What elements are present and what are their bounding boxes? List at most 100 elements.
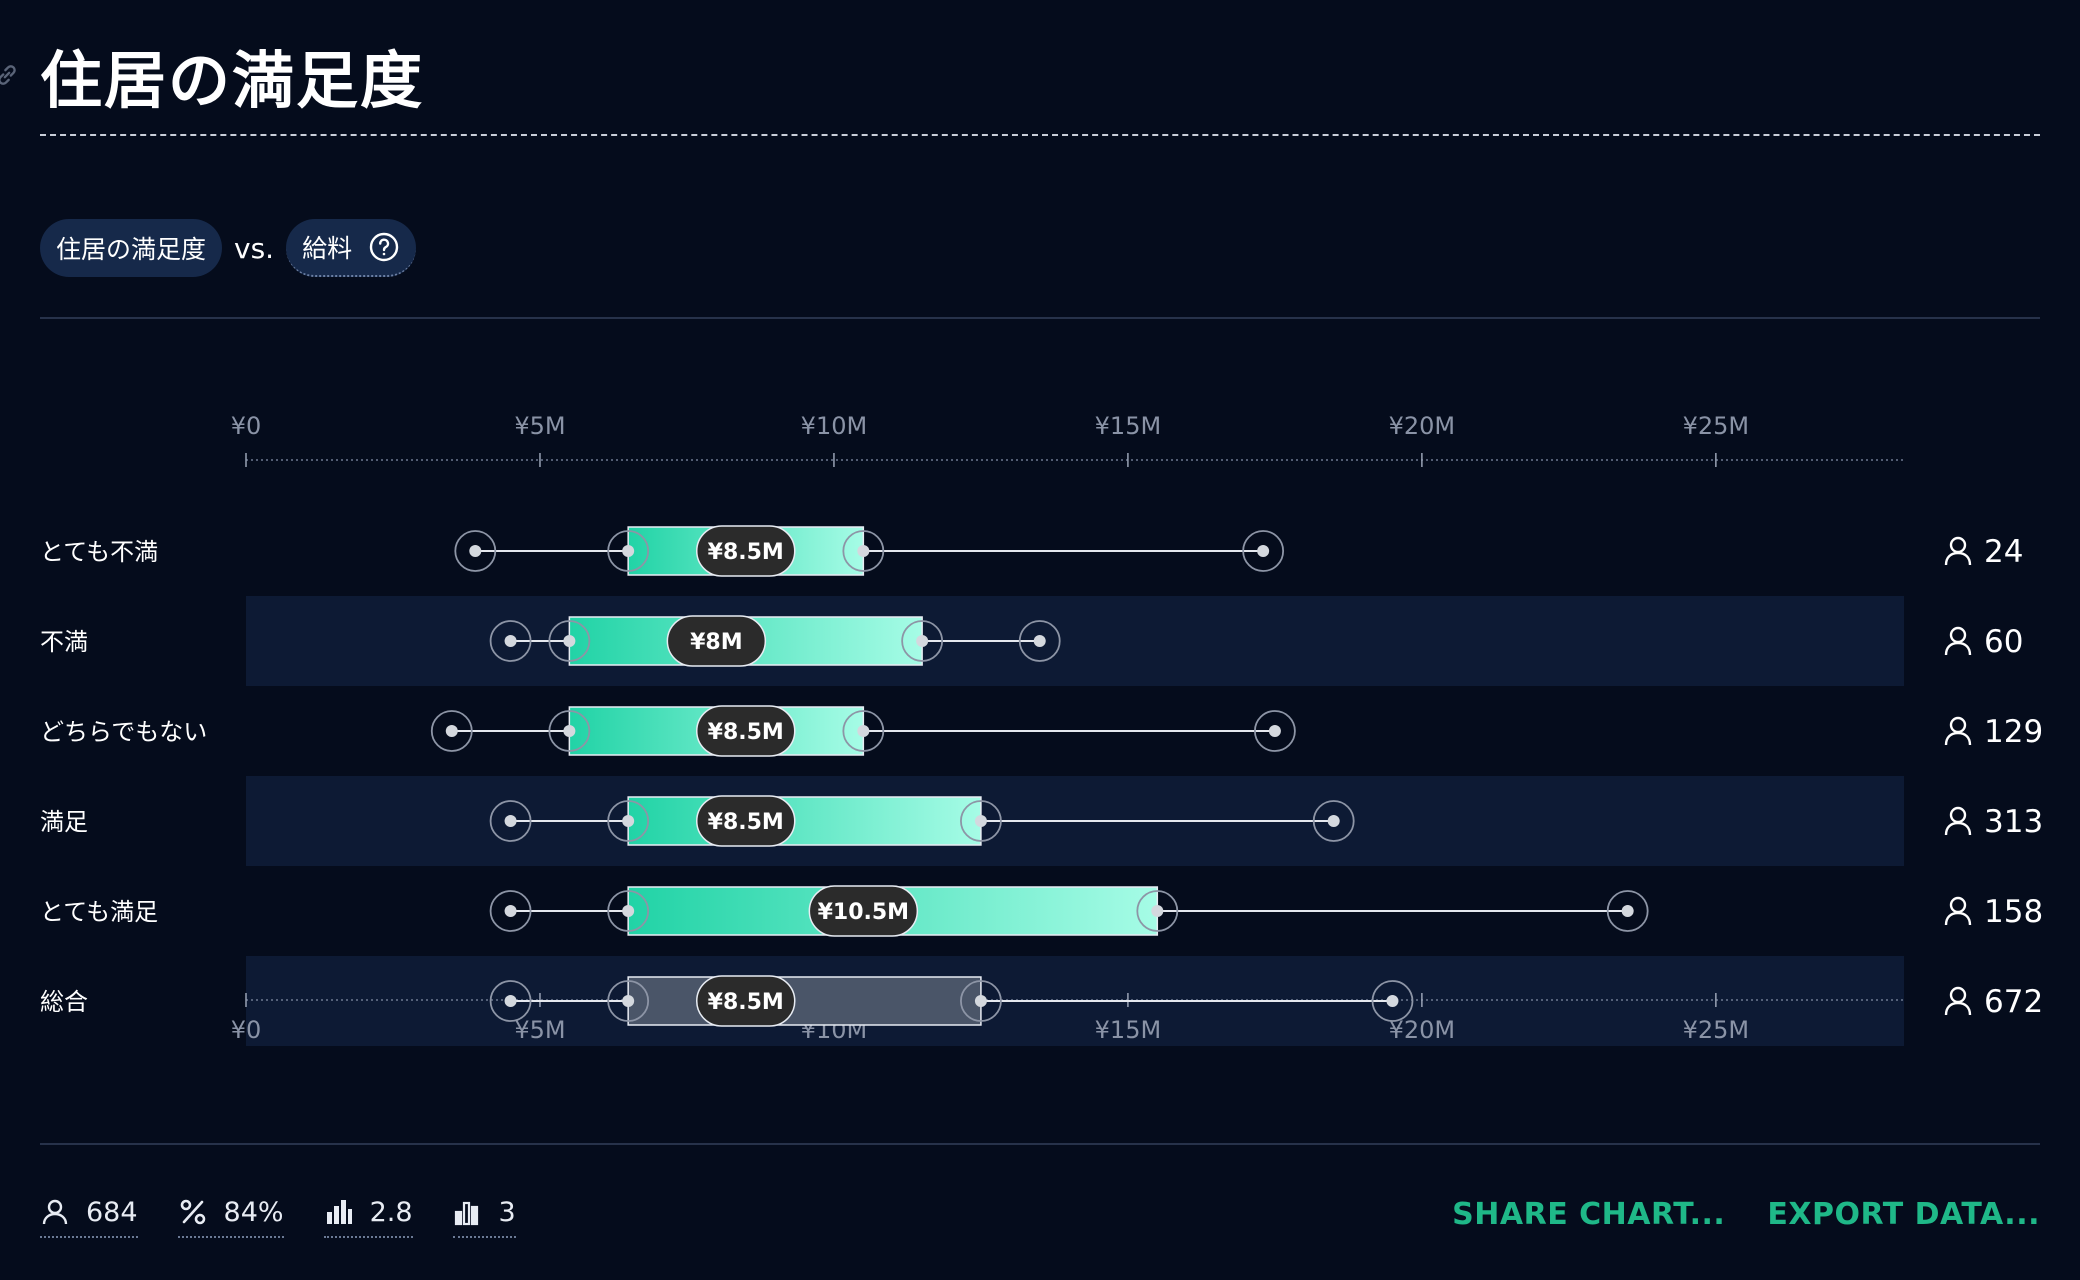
secondary-variable-pill[interactable]: 給料 xyxy=(286,219,417,277)
percent-icon xyxy=(180,1199,205,1225)
q1-marker xyxy=(622,545,635,557)
whisker-min-marker xyxy=(504,815,517,827)
category-label: とても不満 xyxy=(40,538,158,566)
vs-label: vs. xyxy=(234,231,275,265)
iqr-box xyxy=(627,796,982,846)
whisker-max-marker xyxy=(1033,635,1046,647)
percent-value: 84% xyxy=(223,1196,284,1228)
box-row[interactable]: とても満足 ¥10.5M 158 xyxy=(40,885,2043,937)
mean-stat[interactable]: 2.8 xyxy=(323,1188,413,1238)
count-person-icon xyxy=(1949,896,1967,914)
respondent-count: 60 xyxy=(1984,624,2023,660)
whisker-min-marker xyxy=(504,635,517,647)
median-label: ¥8.5M xyxy=(708,720,784,745)
q1-marker xyxy=(622,995,635,1007)
title-divider xyxy=(40,134,2040,136)
x-tick-label: ¥0 xyxy=(231,412,262,440)
count-person-icon-body xyxy=(1944,911,1972,926)
whisker-min-marker xyxy=(445,725,458,737)
count-person-icon xyxy=(1949,986,1967,1004)
primary-variable-label: 住居の満足度 xyxy=(56,235,207,264)
count-person-icon xyxy=(1949,536,1967,554)
mode-value: 3 xyxy=(498,1196,516,1228)
x-tick-label: ¥25M xyxy=(1683,412,1750,440)
controls-divider xyxy=(40,317,2040,319)
q3-marker xyxy=(916,635,929,647)
respondent-count: 129 xyxy=(1984,714,2043,750)
x-tick-label: ¥25M xyxy=(1683,1016,1750,1044)
bar-chart-outline-icon xyxy=(454,1201,478,1226)
x-tick-label: ¥15M xyxy=(1095,1016,1162,1044)
q3-marker xyxy=(857,545,870,557)
whisker-max-marker xyxy=(1327,815,1340,827)
x-tick-label: ¥20M xyxy=(1389,412,1456,440)
count-person-icon-body xyxy=(1944,1001,1972,1016)
help-icon[interactable] xyxy=(368,231,400,263)
mode-stat[interactable]: 3 xyxy=(452,1188,516,1238)
mean-value: 2.8 xyxy=(369,1196,413,1228)
category-label: とても満足 xyxy=(40,898,158,926)
variable-selector: 住居の満足度 vs. 給料 xyxy=(40,218,417,278)
respondent-count: 672 xyxy=(1984,984,2043,1020)
q1-marker xyxy=(563,635,576,647)
footer-stats: 684 84% 2.8 3 xyxy=(40,1188,556,1238)
chart-actions: SHARE CHART... EXPORT DATA... xyxy=(1410,1190,2040,1238)
count-person-icon xyxy=(1949,626,1967,644)
page: 住居の満足度 住居の満足度 vs. 給料 ¥0 ¥5M ¥10M ¥15M ¥20M ¥2… xyxy=(0,0,2080,1280)
secondary-variable-label: 給料 xyxy=(302,234,353,263)
x-tick-label: ¥5M xyxy=(514,1016,565,1044)
respondent-count: 158 xyxy=(1984,894,2043,930)
category-label: 総合 xyxy=(40,988,88,1016)
x-tick-label: ¥5M xyxy=(514,412,565,440)
median-label: ¥8.5M xyxy=(708,990,784,1015)
box-row[interactable]: とても不満 ¥8.5M 24 xyxy=(40,525,2023,577)
x-tick-label: ¥10M xyxy=(801,412,868,440)
whisker-min-marker xyxy=(504,995,517,1007)
q3-marker xyxy=(857,725,870,737)
category-label: 満足 xyxy=(40,808,88,836)
whisker-max-marker xyxy=(1621,905,1634,917)
share-chart-button[interactable]: SHARE CHART... xyxy=(1452,1197,1725,1232)
footer-divider xyxy=(40,1143,2040,1145)
median-label: ¥8.5M xyxy=(708,810,784,835)
q3-marker xyxy=(974,995,987,1007)
median-label: ¥8.5M xyxy=(708,540,784,565)
q1-marker xyxy=(563,725,576,737)
person-icon xyxy=(42,1199,68,1225)
q3-marker xyxy=(974,815,987,827)
x-tick-label: ¥15M xyxy=(1095,412,1162,440)
row-stripe xyxy=(246,596,1904,686)
x-tick-label: ¥0 xyxy=(231,1016,262,1044)
whisker-max-marker xyxy=(1386,995,1399,1007)
salary-box-plot: ¥0 ¥5M ¥10M ¥15M ¥20M ¥25M¥0 ¥5M ¥10M ¥15M ¥20M ¥2… xyxy=(40,412,2043,1046)
whisker-min-marker xyxy=(469,545,482,557)
primary-variable-pill[interactable]: 住居の満足度 xyxy=(40,219,223,277)
link-icon[interactable] xyxy=(0,62,20,88)
export-data-button[interactable]: EXPORT DATA... xyxy=(1767,1197,2040,1232)
category-label: どちらでもない xyxy=(40,718,207,746)
category-label: 不満 xyxy=(40,628,88,656)
whisker-max-marker xyxy=(1268,725,1281,737)
count-person-icon-body xyxy=(1944,641,1972,656)
q1-marker xyxy=(622,905,635,917)
page-title: 住居の満足度 xyxy=(40,44,425,117)
respondents-value: 684 xyxy=(86,1196,138,1228)
q1-marker xyxy=(622,815,635,827)
respondent-count: 313 xyxy=(1984,804,2043,840)
count-person-icon-body xyxy=(1944,551,1972,566)
whisker-min-marker xyxy=(504,905,517,917)
q3-marker xyxy=(1151,905,1164,917)
count-person-icon xyxy=(1949,806,1967,824)
box-row[interactable]: どちらでもない ¥8.5M 129 xyxy=(40,705,2043,757)
count-person-icon xyxy=(1949,716,1967,734)
median-label: ¥8M xyxy=(690,630,743,655)
median-label: ¥10.5M xyxy=(818,900,909,925)
respondent-count: 24 xyxy=(1984,534,2023,570)
whisker-max-marker xyxy=(1257,545,1270,557)
respondents-stat[interactable]: 684 xyxy=(40,1188,138,1238)
percent-stat[interactable]: 84% xyxy=(177,1188,284,1238)
overall-box xyxy=(627,976,982,1026)
bar-chart-icon xyxy=(326,1200,352,1224)
count-person-icon-body xyxy=(1944,821,1972,836)
count-person-icon-body xyxy=(1944,731,1972,746)
